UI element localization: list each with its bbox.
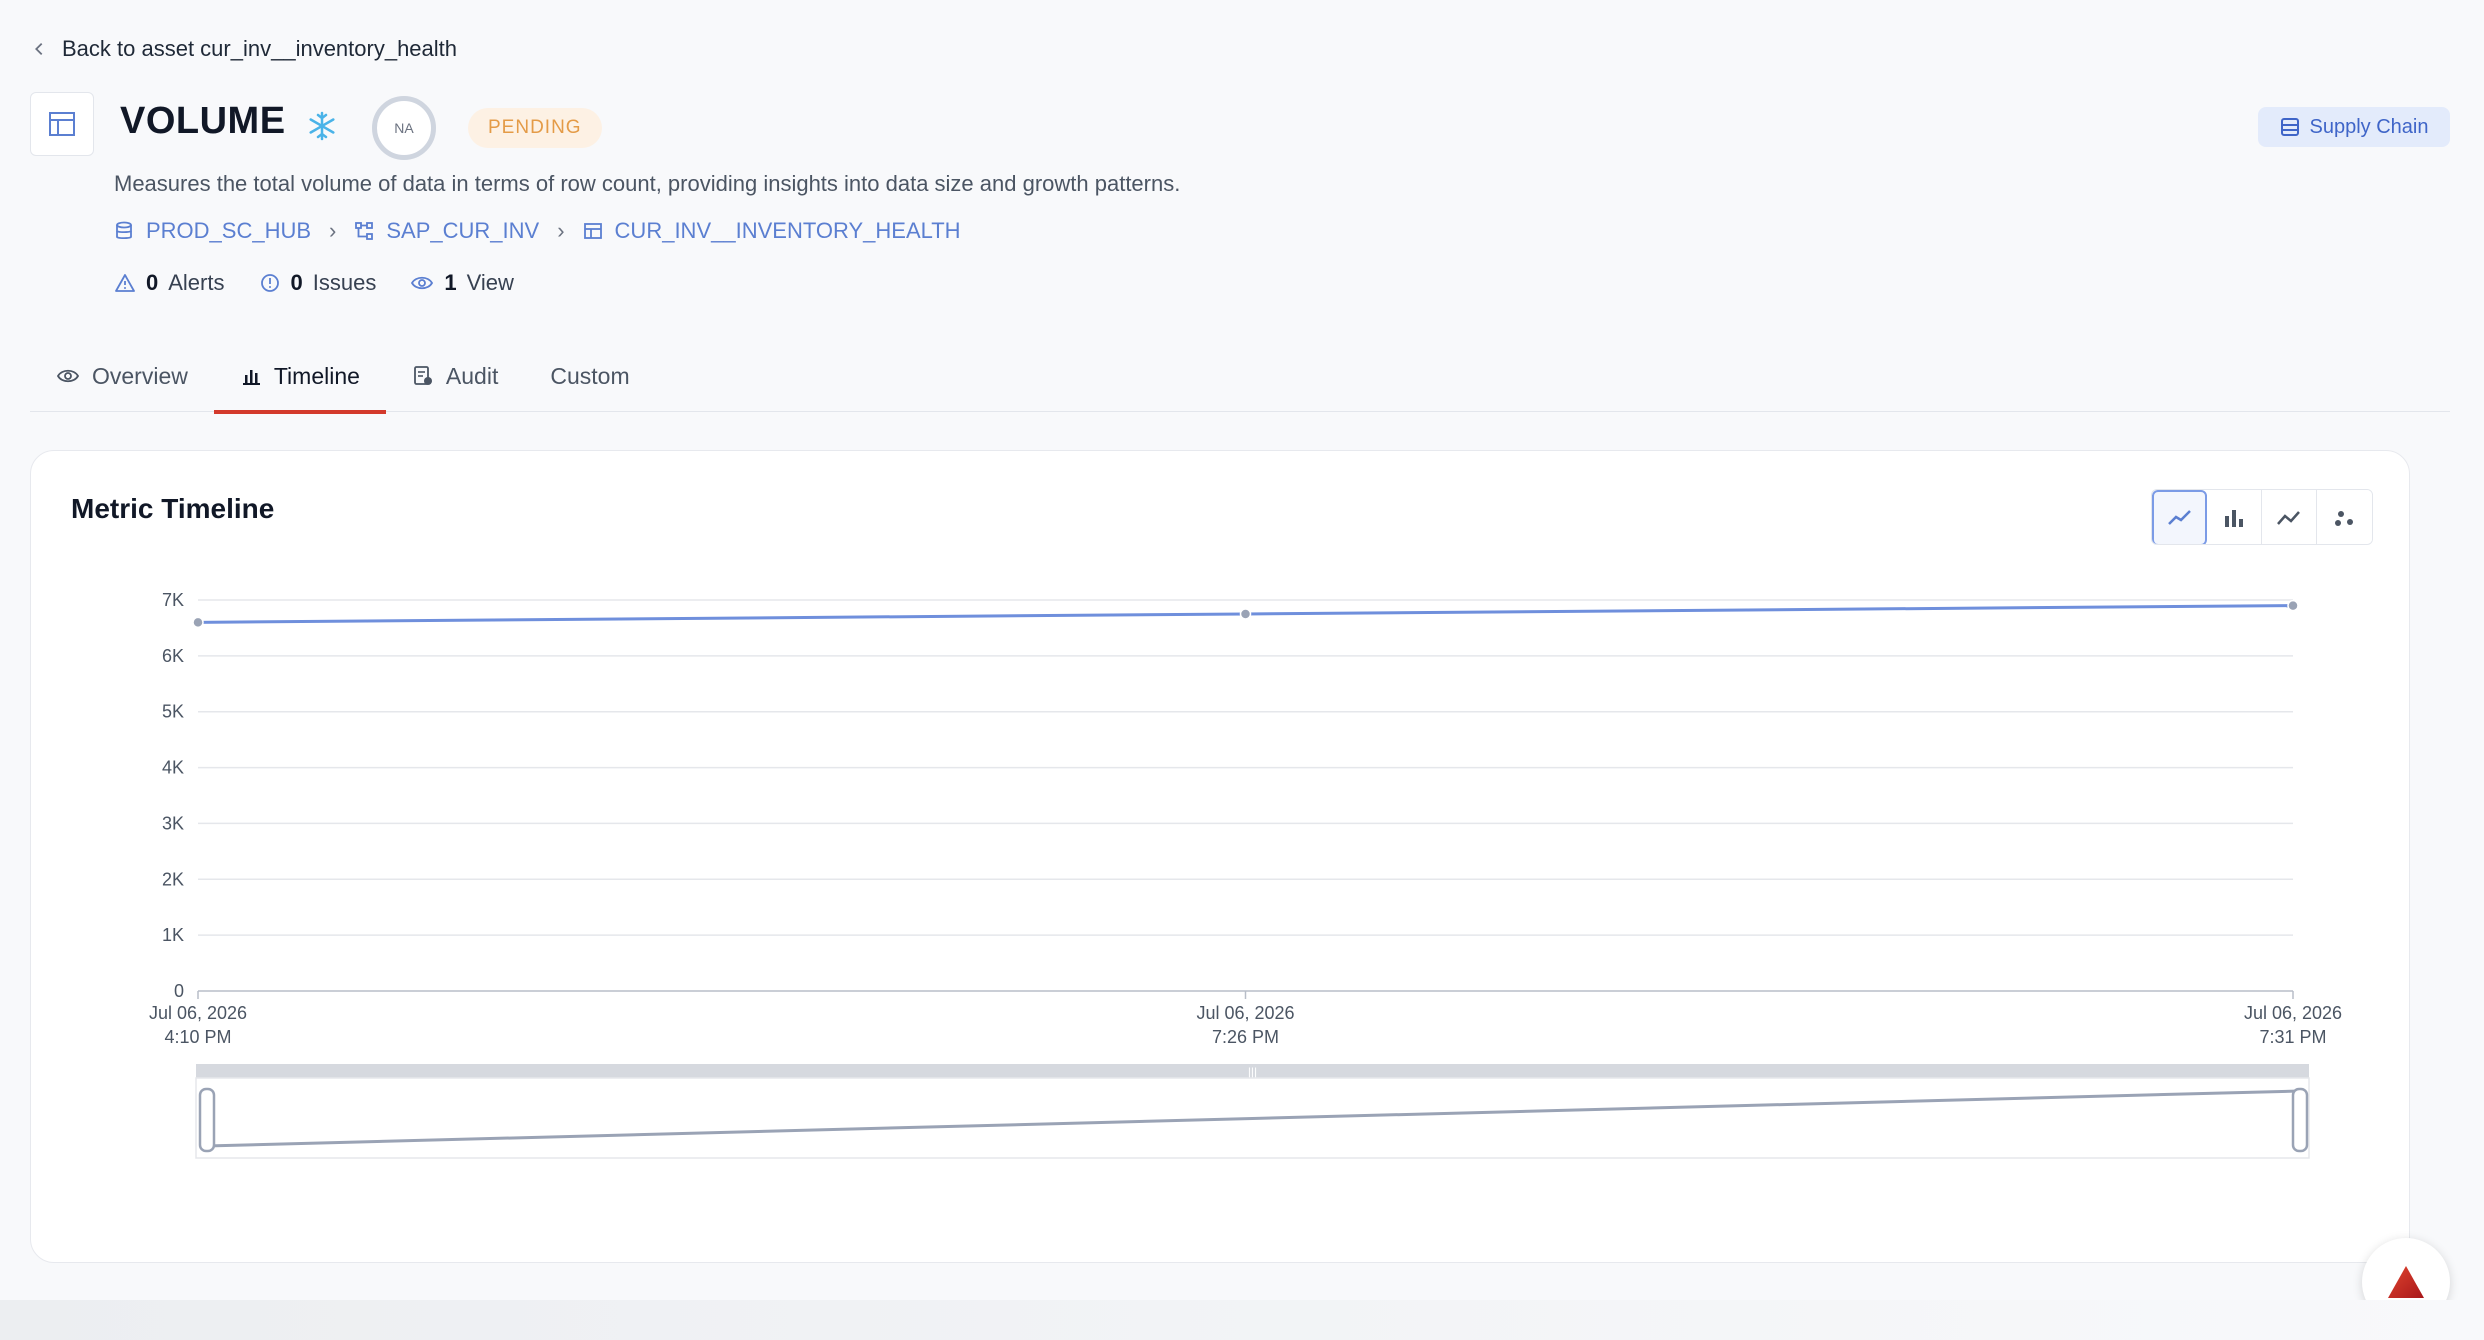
back-label: Back to asset cur_inv__inventory_health — [62, 36, 458, 61]
breadcrumb-label: SAP_CUR_INV — [386, 218, 540, 243]
metric-timeline-card: Metric Timeline 0 1K 2K 3K 4K 5K 6K 7K Jul 06, 2… — [30, 450, 2410, 1263]
schema-icon — [355, 222, 374, 240]
data-point — [2287, 599, 2299, 612]
tab-label: Timeline — [273, 362, 360, 389]
issues-stat[interactable]: 0 Issues — [259, 270, 377, 296]
range-slider-handle-right[interactable] — [2291, 1087, 2309, 1153]
views-stat[interactable]: 1 View — [410, 270, 514, 296]
y-tick-label: 7K — [162, 590, 184, 610]
eye-icon — [411, 276, 434, 290]
supply-chain-button[interactable]: Supply Chain — [2258, 107, 2450, 147]
y-tick-label: 0 — [174, 981, 184, 1001]
breadcrumb-database[interactable]: PROD_SC_HUB — [114, 218, 311, 244]
chevron-right-icon: › — [329, 218, 337, 243]
issues-count: 0 — [290, 270, 303, 295]
supply-chain-label: Supply Chain — [2309, 115, 2429, 138]
views-count: 1 — [444, 270, 457, 295]
tab-label: Custom — [550, 362, 630, 389]
x-tick-label: 4:10 PM — [164, 1027, 231, 1047]
tab-custom[interactable]: Custom — [524, 340, 655, 412]
snowflake-icon — [309, 111, 335, 141]
breadcrumb-table[interactable]: CUR_INV__INVENTORY_HEALTH — [583, 218, 961, 244]
back-to-asset-link[interactable]: Back to asset cur_inv__inventory_health — [30, 36, 457, 62]
x-tick-label: 7:31 PM — [2259, 1027, 2326, 1047]
table-icon — [30, 92, 94, 156]
x-tick-label: Jul 06, 2026 — [1196, 1003, 1294, 1023]
y-tick-label: 5K — [162, 702, 184, 722]
metric-line-chart: 0 1K 2K 3K 4K 5K 6K 7K Jul 06, 2026 4:10 PM Jul 06… — [149, 590, 2342, 1159]
triangle-logo-icon — [2388, 1266, 2424, 1298]
breadcrumb-label: PROD_SC_HUB — [146, 218, 312, 243]
issue-icon — [260, 274, 279, 292]
issues-label: Issues — [312, 270, 377, 295]
tab-label: Overview — [92, 362, 188, 389]
range-slider-handle-left[interactable] — [198, 1087, 216, 1153]
breadcrumb-schema[interactable]: SAP_CUR_INV — [354, 218, 539, 244]
alerts-label: Alerts — [168, 270, 225, 295]
bottom-shade — [0, 1300, 2484, 1340]
data-point — [1239, 608, 1252, 620]
x-tick-label: Jul 06, 2026 — [2244, 1003, 2342, 1023]
y-tick-label: 3K — [162, 813, 184, 833]
x-tick-label: Jul 06, 2026 — [149, 1003, 247, 1023]
description: Measures the total volume of data in ter… — [114, 171, 1181, 196]
domain-icon — [2280, 118, 2299, 136]
range-slider-grip: ||| — [1248, 1065, 1257, 1079]
status-badge: PENDING — [468, 108, 602, 148]
database-icon — [116, 221, 132, 240]
chevron-left-icon — [35, 42, 43, 56]
tab-overview[interactable]: Overview — [30, 340, 214, 412]
warning-icon — [115, 274, 135, 292]
tab-label: Audit — [445, 362, 499, 389]
stats-row: 0 Alerts 0 Issues 1 View — [114, 270, 514, 296]
y-tick-label: 1K — [162, 925, 184, 945]
page-title: VOLUME — [120, 100, 286, 142]
data-point — [192, 616, 204, 629]
chevron-right-icon: › — [557, 218, 565, 243]
tab-bar: Overview Timeline Audit Custom — [30, 340, 2450, 414]
tab-audit[interactable]: Audit — [386, 340, 524, 412]
breadcrumb-label: CUR_INV__INVENTORY_HEALTH — [614, 218, 961, 243]
alerts-stat[interactable]: 0 Alerts — [114, 270, 225, 296]
y-tick-label: 2K — [162, 869, 184, 889]
tab-timeline[interactable]: Timeline — [213, 340, 386, 414]
x-tick-label: 7:26 PM — [1212, 1027, 1279, 1047]
y-tick-label: 4K — [162, 758, 184, 778]
table-icon — [583, 223, 602, 239]
bar-chart-icon — [242, 370, 260, 385]
alerts-count: 0 — [146, 270, 159, 295]
views-label: View — [466, 270, 514, 295]
y-tick-label: 6K — [162, 646, 184, 666]
score-ring: NA — [372, 96, 436, 160]
breadcrumb: PROD_SC_HUB › SAP_CUR_INV › CUR_INV__INV… — [114, 218, 961, 244]
eye-icon — [56, 369, 80, 383]
audit-icon — [414, 366, 432, 385]
